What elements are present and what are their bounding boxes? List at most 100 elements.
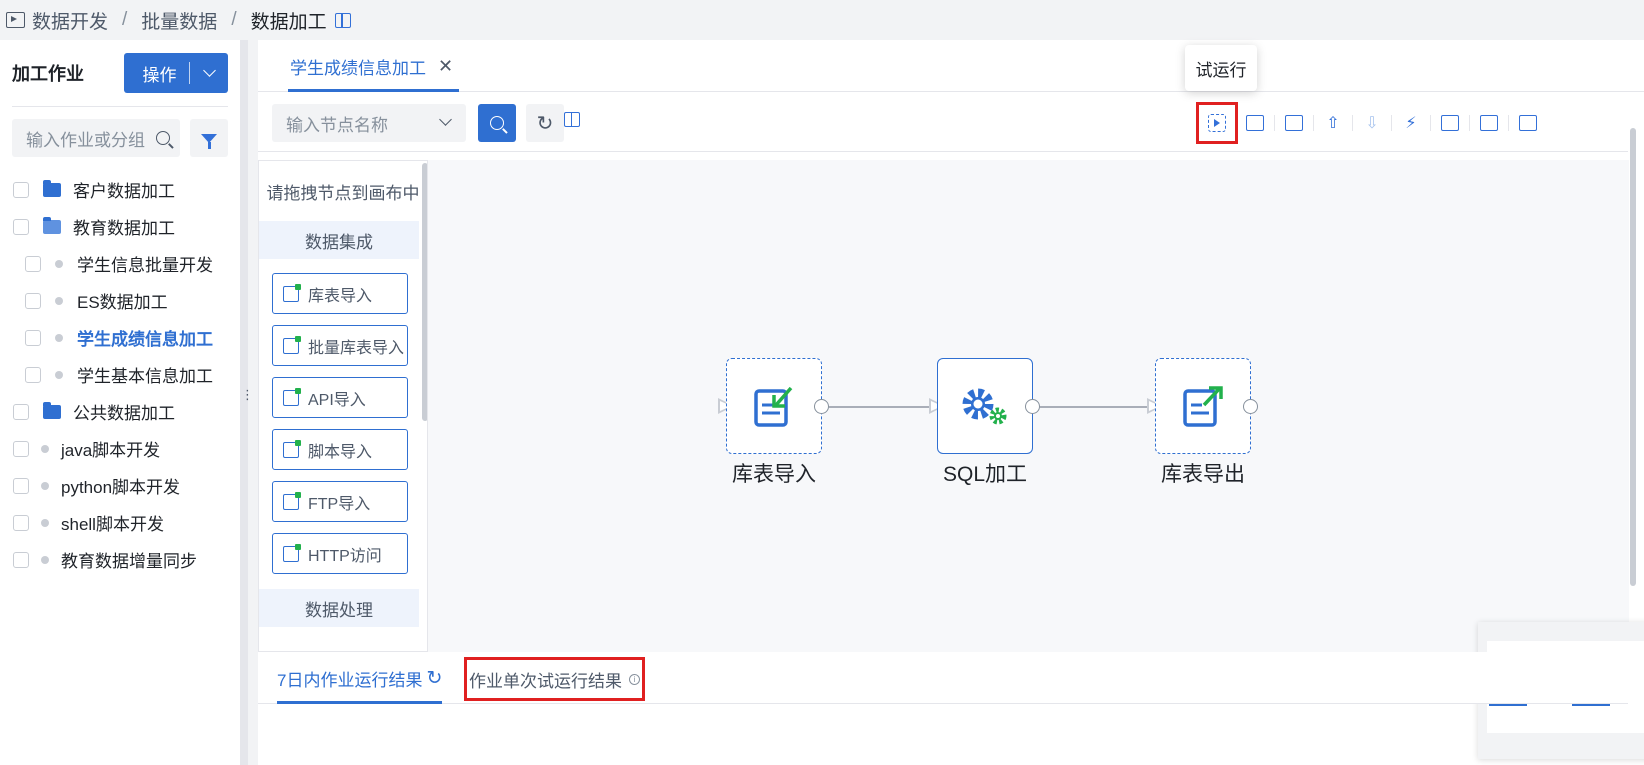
breadcrumb-item-2[interactable]: 批量数据 [141,7,217,34]
output-port[interactable] [1025,399,1040,414]
output-port[interactable] [1243,399,1258,414]
breadcrumb-separator: / [122,9,128,30]
tree-item[interactable]: 教育数据增量同步 [0,541,240,578]
tab-trial-run-results[interactable]: 作业单次试运行结果 i [464,657,645,701]
table-import-icon [283,283,301,302]
node-search-select[interactable]: 输入节点名称 [272,104,466,142]
download-icon: ⇩ [1365,115,1379,132]
palette-item[interactable]: 批量库表导入 [272,325,408,366]
checkbox[interactable] [13,181,29,198]
checkbox[interactable] [13,477,29,494]
panel-splitter[interactable]: ⋮ [240,40,254,765]
tab-7day-results[interactable]: 7日内作业运行结果 ↻ [277,652,443,704]
filter-button[interactable] [190,119,228,157]
job-dot-icon [41,444,49,453]
tree-item-active[interactable]: 学生成绩信息加工 [0,319,240,356]
checkbox[interactable] [13,218,29,235]
tree-item-label: python脚本开发 [61,478,181,497]
node-label: 库表导入 [732,463,816,486]
table-import-icon [754,386,793,427]
tree-item[interactable]: 客户数据加工 [0,171,240,208]
checkbox[interactable] [25,292,41,309]
checkbox[interactable] [13,514,29,531]
job-dot-icon [55,296,63,305]
upload-button[interactable]: ⇧ [1314,104,1352,142]
flow-node-table-import[interactable] [726,358,822,454]
main-scrollbar[interactable] [1630,128,1636,586]
palette-item[interactable]: HTTP访问 [272,533,408,574]
job-dot-icon [41,555,49,564]
copy-button[interactable] [1509,104,1547,142]
canvas-toolbar: 输入节点名称 ↻ ⇧ ⇩ ⚡ [258,92,1628,152]
layout-button[interactable]: ⚡ [1392,104,1430,142]
tree-item[interactable]: 学生基本信息加工 [0,356,240,393]
gear-icon [962,388,1007,425]
checkbox[interactable] [13,440,29,457]
trial-run-button[interactable] [1196,102,1238,144]
flow-edge[interactable] [829,406,931,408]
job-dot-icon [41,518,49,527]
flow-edge[interactable] [1040,406,1148,408]
tab-job[interactable]: 学生成绩信息加工 ✕ [287,40,460,92]
tree-item-label: ES数据加工 [77,293,168,312]
drag-handle-icon[interactable]: ⋮ [241,388,254,401]
run-button[interactable] [1236,104,1274,142]
tree-item-label: java脚本开发 [61,441,161,460]
main-area: 学生成绩信息加工 ✕ 输入节点名称 ↻ ⇧ ⇩ ⚡ 请拖拽节点到画布中 数据集成… [258,40,1644,765]
layout-icon: ⚡ [1405,115,1417,132]
search-button[interactable] [478,104,516,142]
tree-item-label: 教育数据加工 [73,219,175,238]
tree-item[interactable]: 学生信息批量开发 [0,245,240,282]
operate-button[interactable]: 操作 [124,53,228,93]
tree-item[interactable]: shell脚本开发 [0,504,240,541]
switch-button[interactable] [1275,104,1313,142]
checkbox[interactable] [25,255,41,272]
breadcrumb-item-3: 数据加工 [250,11,327,33]
refresh-icon[interactable]: ↻ [426,667,442,690]
job-dot-icon [41,481,49,490]
tab-label: 作业单次试运行结果 [469,671,622,691]
job-tree: 客户数据加工 教育数据加工 学生信息批量开发 ES数据加工 学生成绩信息加工 学… [0,171,240,578]
result-tabs: 7日内作业运行结果 ↻ 作业单次试运行结果 i [258,652,1628,704]
output-port[interactable] [814,399,829,414]
palette-item[interactable]: API导入 [272,377,408,418]
api-icon [283,387,301,406]
checkbox[interactable] [13,403,29,420]
book-icon[interactable] [334,12,351,28]
tree-item-label: 学生成绩信息加工 [77,330,213,349]
flow-node-table-export[interactable] [1155,358,1251,454]
palette-item[interactable]: 脚本导入 [272,429,408,470]
palette-item[interactable]: 库表导入 [272,273,408,314]
tree-item[interactable]: 教育数据加工 [0,208,240,245]
flow-canvas[interactable]: 库表导入 SQL加工 库表导出 [428,160,1644,759]
search-icon [156,131,170,145]
palette-group-processing[interactable]: 数据处理 [259,589,419,627]
params-button[interactable] [1470,104,1508,142]
tree-item[interactable]: ES数据加工 [0,282,240,319]
guide-button[interactable] [564,112,581,128]
flow-node-sql[interactable] [937,358,1033,454]
checkbox[interactable] [25,329,41,346]
tree-item-label: 教育数据增量同步 [61,552,197,571]
schedule-button[interactable] [1431,104,1469,142]
palette-item-label: 批量库表导入 [308,339,405,357]
batch-import-icon [283,335,301,354]
job-search-input[interactable]: 输入作业或分组 [12,119,180,157]
refresh-button[interactable]: ↻ [526,104,564,142]
download-button[interactable]: ⇩ [1353,104,1391,142]
node-palette: 请拖拽节点到画布中 数据集成 库表导入 批量库表导入 API导入 脚本导入 FT… [258,160,428,652]
palette-item-label: HTTP访问 [308,547,382,565]
checkbox[interactable] [25,366,41,383]
table-export-icon [1183,386,1223,427]
tree-item[interactable]: java脚本开发 [0,430,240,467]
palette-item-label: API导入 [308,391,366,409]
palette-group-integration[interactable]: 数据集成 [259,221,419,259]
palette-item[interactable]: FTP导入 [272,481,408,522]
tree-item[interactable]: 公共数据加工 [0,393,240,430]
close-icon[interactable]: ✕ [438,56,453,77]
breadcrumb-item-1[interactable]: 数据开发 [32,7,108,34]
checkbox[interactable] [13,551,29,568]
tree-item-label: 学生基本信息加工 [77,367,213,386]
job-dot-icon [55,333,63,342]
tree-item[interactable]: python脚本开发 [0,467,240,504]
